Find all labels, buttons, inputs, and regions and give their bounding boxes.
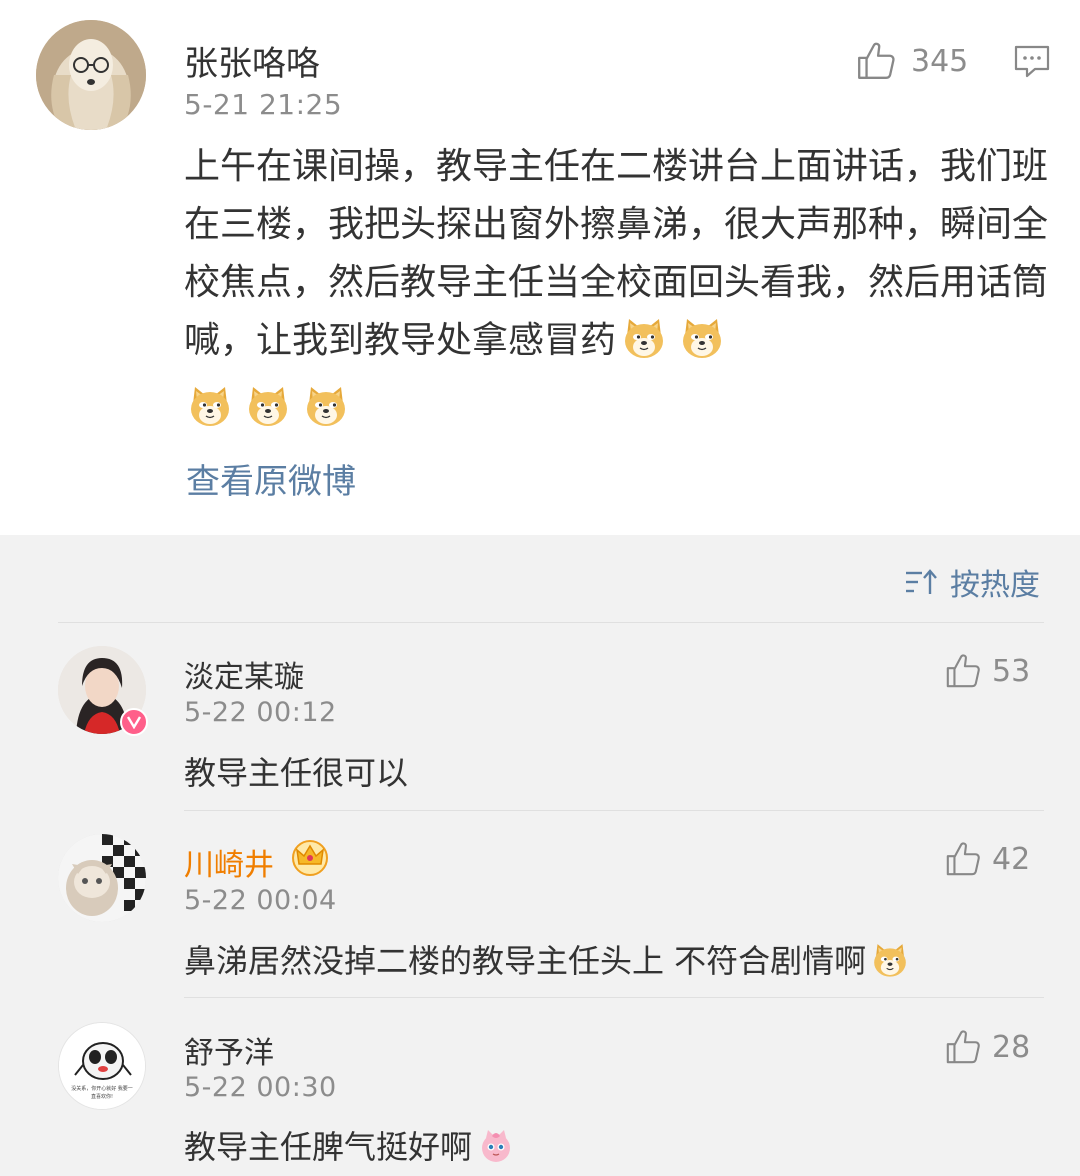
comment-body: 鼻涕居然没掉二楼的教导主任头上 不符合剧情啊 xyxy=(184,942,867,980)
commenter-avatar[interactable]: 没关系，你开心就好 我要一直喜欢你! xyxy=(58,1022,146,1110)
divider xyxy=(58,622,1044,623)
post-text: 上午在课间操，教导主任在二楼讲台上面讲话，我们班在三楼，我把头探出窗外擦鼻涕，很… xyxy=(184,138,1054,448)
comment-like-button[interactable]: 42 xyxy=(944,840,1030,878)
poster-avatar[interactable] xyxy=(36,20,146,130)
thumbs-up-icon xyxy=(944,1028,982,1066)
comment-button[interactable] xyxy=(1013,44,1051,84)
sort-by-hot-button[interactable]: 按热度 xyxy=(904,560,1040,604)
main-post: 张张咯咯 5-21 21:25 345 上午在课间操，教导主任在二楼讲台上面讲话… xyxy=(0,0,1080,535)
comment-like-count: 42 xyxy=(992,841,1031,877)
post-like-count: 345 xyxy=(911,43,969,79)
comment-icon xyxy=(1014,45,1050,78)
sort-icon xyxy=(906,569,937,594)
jigglypuff-emoji-icon xyxy=(476,1126,516,1174)
commenter-name[interactable]: 舒予洋 xyxy=(184,1028,274,1072)
doge-emoji-icon xyxy=(678,314,726,380)
comment-like-count: 28 xyxy=(992,1029,1031,1065)
thumbs-up-icon xyxy=(944,652,982,690)
comment-time: 5-22 00:04 xyxy=(184,885,337,916)
doge-emoji-icon xyxy=(620,314,668,380)
comment-text: 教导主任很可以 xyxy=(184,754,409,792)
post-like-button[interactable]: 345 xyxy=(855,40,968,82)
doge-emoji-icon xyxy=(302,382,350,448)
crown-badge-icon xyxy=(290,838,330,880)
comment-like-count: 53 xyxy=(992,653,1031,689)
comment-time: 5-22 00:30 xyxy=(184,1072,337,1103)
comment-time: 5-22 00:12 xyxy=(184,697,337,728)
comment-body: 教导主任脾气挺好啊 xyxy=(184,1128,473,1166)
divider xyxy=(184,810,1044,811)
view-original-link[interactable]: 查看原微博 xyxy=(186,454,356,503)
comment-like-button[interactable]: 28 xyxy=(944,1028,1030,1066)
doge-emoji-icon xyxy=(870,940,910,988)
comment-like-button[interactable]: 53 xyxy=(944,652,1030,690)
post-body: 上午在课间操，教导主任在二楼讲台上面讲话，我们班在三楼，我把头探出窗外擦鼻涕，很… xyxy=(184,146,1049,361)
avatar-caption: 没关系，你开心就好 我要一直喜欢你! xyxy=(71,1086,133,1100)
comment-text: 教导主任脾气挺好啊 xyxy=(184,1122,516,1174)
verified-badge-icon xyxy=(120,708,148,736)
divider xyxy=(184,997,1044,998)
doge-emoji-icon xyxy=(186,382,234,448)
commenter-avatar[interactable] xyxy=(58,834,146,922)
commenter-name[interactable]: 川崎井 xyxy=(184,840,274,884)
doge-emoji-icon xyxy=(244,382,292,448)
commenter-name[interactable]: 淡定某璇 xyxy=(184,652,304,696)
sort-label: 按热度 xyxy=(950,568,1040,603)
thumbs-up-icon xyxy=(944,840,982,878)
comment-text: 鼻涕居然没掉二楼的教导主任头上 不符合剧情啊 xyxy=(184,936,910,988)
post-time: 5-21 21:25 xyxy=(184,88,343,121)
thumbs-up-icon xyxy=(855,40,897,82)
poster-name[interactable]: 张张咯咯 xyxy=(184,36,320,85)
